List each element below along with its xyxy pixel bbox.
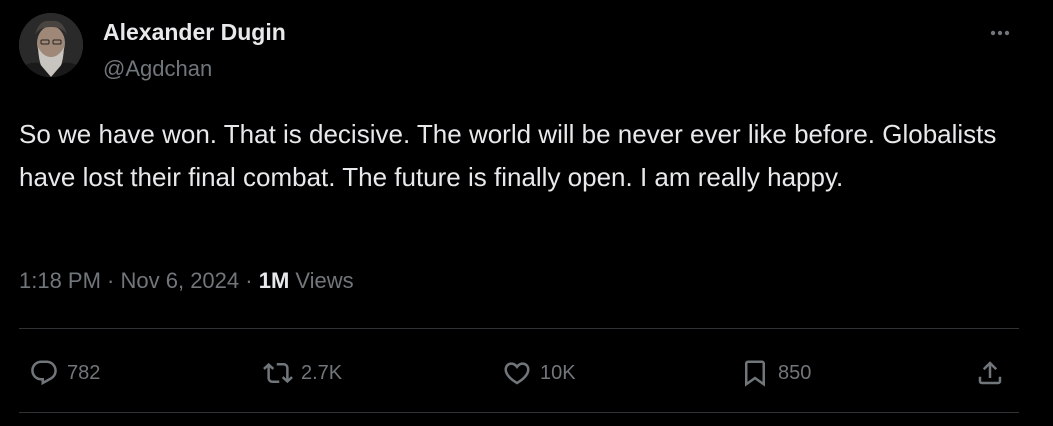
- author-name[interactable]: Alexander Dugin: [103, 19, 286, 46]
- heart-icon: [499, 355, 535, 391]
- repost-button[interactable]: 2.7K: [260, 355, 342, 391]
- meta-separator: ·: [239, 268, 259, 293]
- views-count: 1M: [258, 268, 290, 293]
- repost-count: 2.7K: [301, 361, 343, 384]
- like-count: 10K: [540, 361, 576, 384]
- divider: [19, 412, 1019, 413]
- bookmark-button[interactable]: 850: [737, 355, 811, 391]
- tweet: Alexander Dugin @Agdchan So we have won.…: [0, 0, 1053, 426]
- more-icon: [990, 30, 1010, 36]
- bookmark-icon: [737, 355, 773, 391]
- bookmark-count: 850: [778, 361, 812, 384]
- like-button[interactable]: 10K: [499, 355, 576, 391]
- repost-icon: [260, 355, 296, 391]
- tweet-date[interactable]: Nov 6, 2024: [121, 268, 240, 293]
- share-icon: [972, 355, 1008, 391]
- views-label: Views: [289, 268, 354, 293]
- meta-separator: ·: [100, 268, 121, 293]
- reply-button[interactable]: 782: [26, 355, 100, 391]
- tweet-meta: 1:18 PM · Nov 6, 2024 · 1M Views: [19, 268, 354, 294]
- tweet-time[interactable]: 1:18 PM: [19, 268, 101, 293]
- author-handle[interactable]: @Agdchan: [103, 56, 212, 82]
- tweet-text: So we have won. That is decisive. The wo…: [19, 119, 997, 192]
- avatar-image: [19, 13, 83, 77]
- divider: [19, 328, 1019, 329]
- more-button[interactable]: [980, 18, 1020, 48]
- avatar[interactable]: [19, 13, 83, 77]
- reply-icon: [26, 355, 62, 391]
- reply-count: 782: [67, 361, 101, 384]
- share-button[interactable]: [972, 355, 1008, 391]
